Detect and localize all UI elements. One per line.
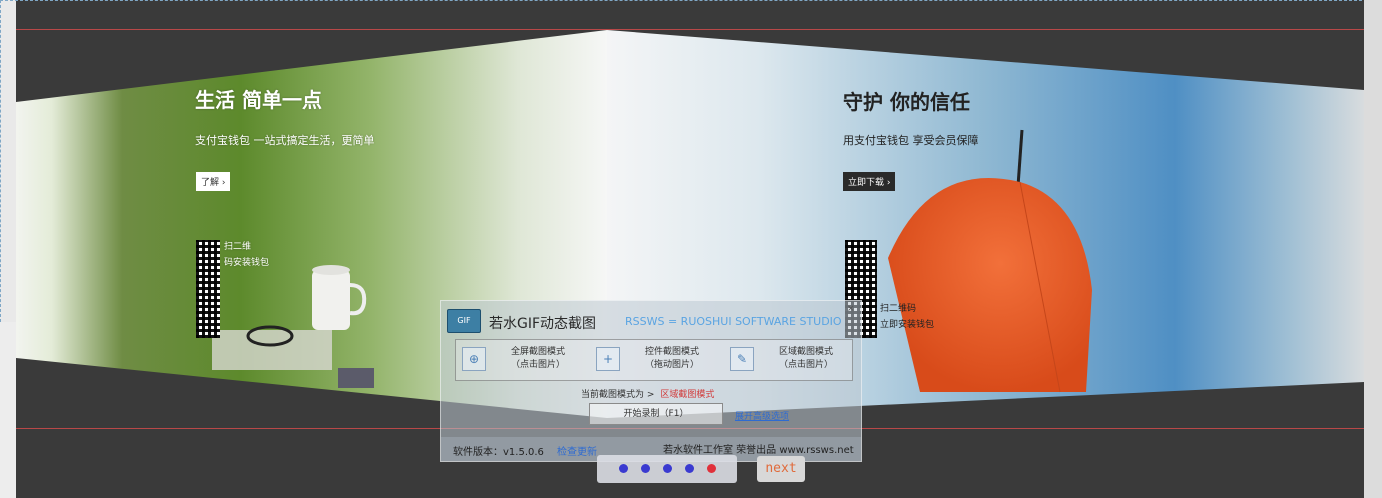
- left-qr-text-1: 扫二维: [224, 242, 252, 252]
- calculator: [338, 368, 374, 388]
- mode-region[interactable]: ✎ 区域截图模式 （点击图片）: [726, 344, 850, 376]
- mode-control[interactable]: + 控件截图模式 （拖动图片）: [592, 344, 716, 376]
- region-icon: ✎: [730, 347, 754, 371]
- left-slide-subtitle: 支付宝钱包 一站式搞定生活，更简单: [195, 134, 375, 147]
- close-icon[interactable]: ×: [847, 304, 857, 314]
- right-slide-title: 守护 你的信任: [843, 90, 970, 114]
- coffee-cup: [312, 270, 350, 330]
- left-slide-title: 生活 简单一点: [195, 88, 322, 112]
- newspaper: [212, 330, 332, 370]
- studio-credit: 若水软件工作室 荣誉出品 www.rssws.net: [663, 445, 854, 456]
- left-qr-text-2: 码安装钱包: [224, 258, 270, 268]
- advanced-options-link[interactable]: 展开高级选项: [735, 409, 789, 422]
- start-record-button[interactable]: 开始录制（F1）: [589, 403, 723, 425]
- mode-fullscreen-hint: （点击图片）: [510, 360, 565, 370]
- app-logo-icon: GIF: [447, 309, 481, 333]
- left-qr-code: [196, 240, 220, 338]
- next-button[interactable]: next: [757, 456, 805, 482]
- mode-control-label: 控件截图模式: [644, 347, 699, 357]
- mode-fullscreen-label: 全屏截图模式: [510, 347, 565, 357]
- mode-region-hint: （点击图片）: [778, 360, 833, 370]
- mode-region-label: 区域截图模式: [778, 347, 833, 357]
- fullscreen-icon: ⊕: [462, 347, 486, 371]
- umbrella: [888, 177, 1092, 392]
- pager-dot[interactable]: [685, 464, 694, 473]
- app-brand: RSSWS = RUOSHUI SOFTWARE STUDIO: [625, 315, 842, 328]
- right-qr-text-2: 立即安装钱包: [880, 320, 935, 330]
- check-update-link[interactable]: 检查更新: [557, 443, 597, 458]
- capture-mode-group: ⊕ 全屏截图模式 （点击图片） + 控件截图模式 （拖动图片） ✎ 区域截图模式…: [455, 339, 853, 381]
- version-text: 软件版本：v1.5.0.6: [453, 447, 544, 458]
- right-slide-button[interactable]: 立即下载 ›: [843, 172, 896, 191]
- pager-dot[interactable]: [619, 464, 628, 473]
- pager-dot[interactable]: [663, 464, 672, 473]
- pager-dot[interactable]: [641, 464, 650, 473]
- carousel-pager: [597, 455, 737, 483]
- pager-dot-active[interactable]: [707, 464, 716, 473]
- right-qr-text-1: 扫二维码: [880, 304, 917, 314]
- current-mode-value: 区域截图模式: [660, 390, 715, 400]
- current-mode-row: 当前截图模式为 > 区域截图模式: [581, 387, 714, 400]
- left-slide-button[interactable]: 了解 ›: [196, 172, 231, 191]
- window-icon: +: [596, 347, 620, 371]
- gif-capture-window: GIF 若水GIF动态截图 RSSWS = RUOSHUI SOFTWARE S…: [440, 300, 862, 462]
- right-slide-subtitle: 用支付宝钱包 享受会员保障: [843, 134, 979, 147]
- mode-fullscreen[interactable]: ⊕ 全屏截图模式 （点击图片）: [458, 344, 582, 376]
- mode-control-hint: （拖动图片）: [644, 360, 699, 370]
- app-title: 若水GIF动态截图: [489, 316, 597, 332]
- current-mode-label: 当前截图模式为 >: [581, 390, 655, 400]
